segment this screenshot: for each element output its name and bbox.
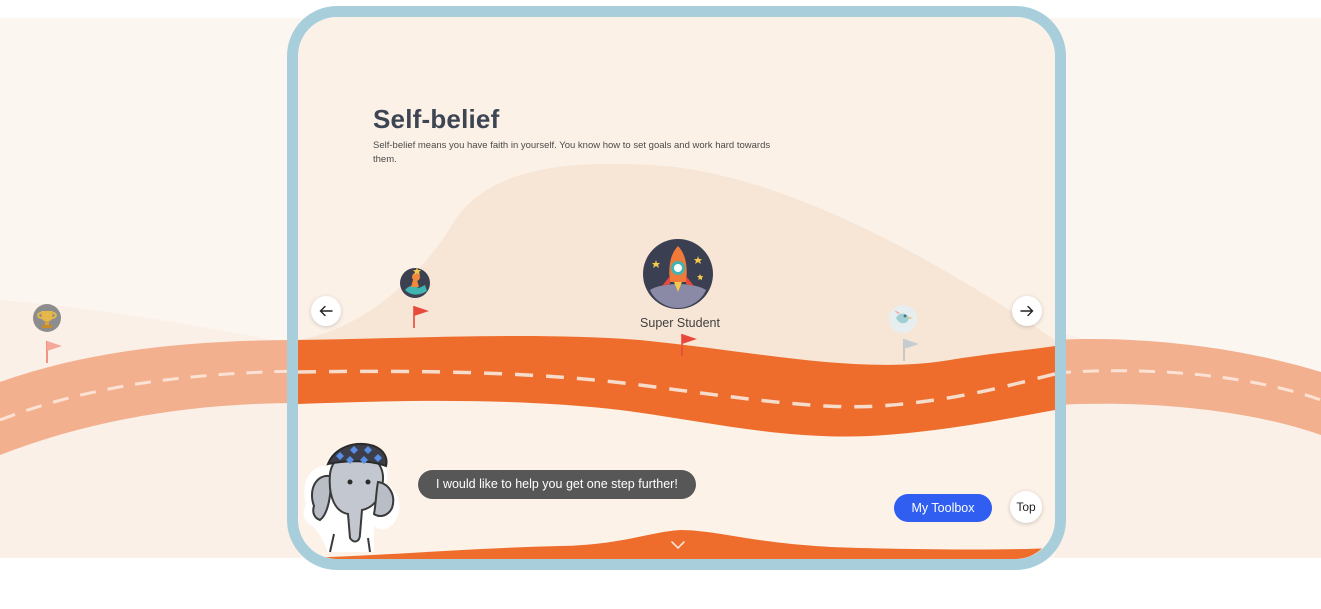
chevron-down-icon[interactable] — [668, 538, 688, 552]
badge-label: Super Student — [640, 316, 720, 330]
top-button[interactable]: Top — [1010, 491, 1042, 523]
flag-icon — [903, 339, 919, 361]
my-toolbox-button[interactable]: My Toolbox — [894, 494, 992, 522]
rocket-badge[interactable] — [642, 238, 714, 310]
trophy-badge[interactable] — [32, 302, 64, 336]
bird-badge[interactable] — [888, 304, 918, 334]
mascot-speech-bubble: I would like to help you get one step fu… — [418, 470, 696, 499]
flag-icon — [681, 334, 697, 356]
arrow-left-icon — [319, 305, 333, 317]
arrow-right-icon — [1020, 305, 1034, 317]
flag-icon — [413, 306, 429, 328]
page-title: Self-belief — [373, 104, 500, 134]
next-button[interactable] — [1012, 296, 1042, 326]
section-description: Self-belief means you have faith in your… — [373, 140, 771, 165]
elephant-mascot — [303, 443, 400, 553]
climber-badge[interactable] — [399, 263, 433, 299]
flag-icon — [46, 341, 62, 363]
prev-button[interactable] — [311, 296, 341, 326]
